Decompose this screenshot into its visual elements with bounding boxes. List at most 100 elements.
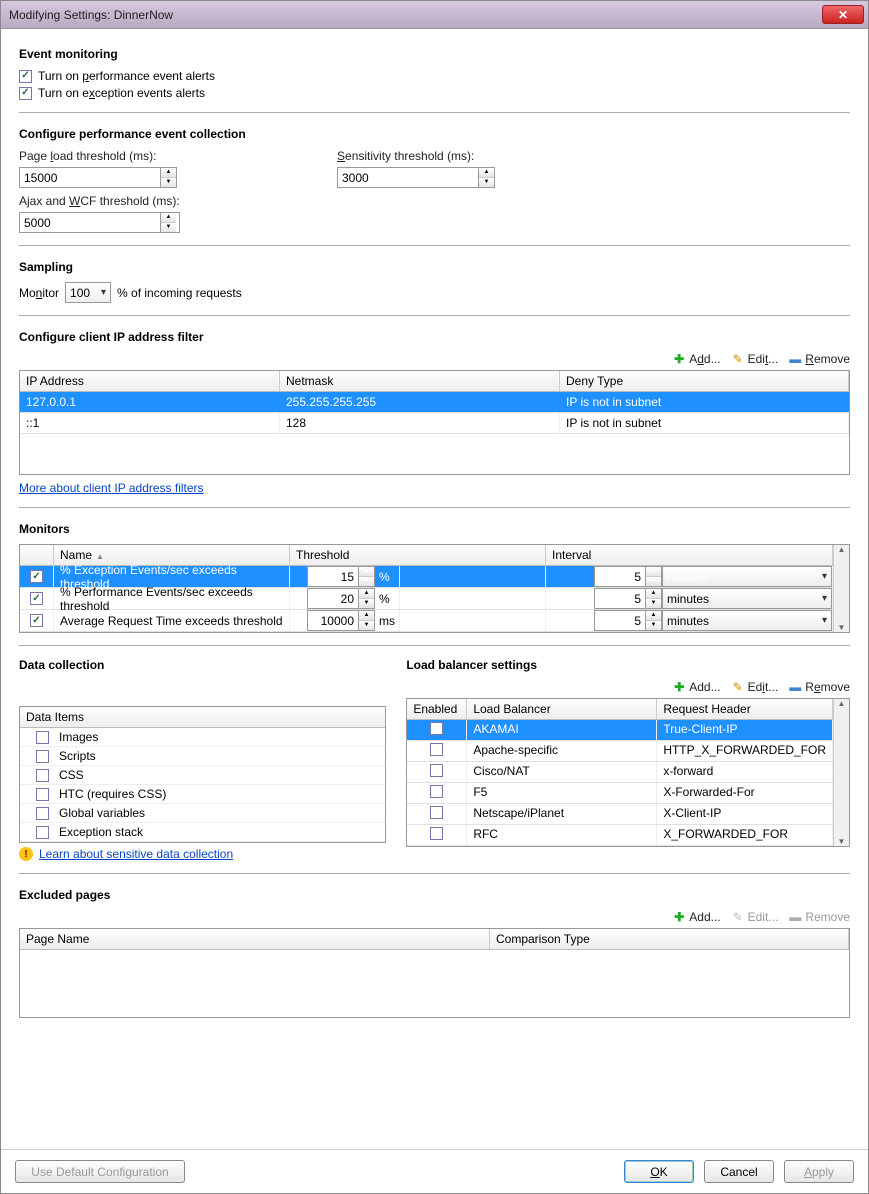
page-load-input[interactable]: [20, 168, 160, 187]
sensitivity-spinner[interactable]: ▲▼: [337, 167, 495, 188]
ajax-input[interactable]: [20, 213, 160, 232]
exc-alerts-label[interactable]: Turn on exception events alerts: [38, 86, 205, 100]
threshold-spinner[interactable]: ▲▼: [307, 610, 375, 631]
netmask-col-header[interactable]: Netmask: [280, 371, 560, 391]
data-item-row[interactable]: HTC (requires CSS): [20, 785, 385, 804]
chevron-down-icon[interactable]: ▼: [479, 178, 494, 187]
perf-alerts-label[interactable]: Turn on performance event alerts: [38, 69, 215, 83]
interval-spinner[interactable]: ▲▼: [594, 610, 662, 631]
page-col-header[interactable]: Page Name: [20, 929, 490, 949]
chevron-down-icon[interactable]: ▼: [834, 837, 849, 846]
lb-edit-button[interactable]: ✎Edit...: [731, 680, 779, 694]
load-balancer-row[interactable]: Cisco/NATx-forward: [407, 762, 833, 783]
interval-unit-select[interactable]: minutes: [662, 610, 832, 631]
interval-unit-select[interactable]: minutes: [662, 588, 832, 609]
chevron-down-icon[interactable]: ▼: [834, 623, 849, 632]
data-item-checkbox[interactable]: [36, 788, 49, 801]
lb-add-button[interactable]: ✚Add...: [672, 680, 720, 694]
interval-spinner[interactable]: ▲▼: [594, 566, 662, 587]
lb-enabled-checkbox[interactable]: [430, 785, 443, 798]
data-item-row[interactable]: Scripts: [20, 747, 385, 766]
data-item-checkbox[interactable]: [36, 769, 49, 782]
monitor-row[interactable]: % Performance Events/sec exceeds thresho…: [20, 588, 833, 610]
ip-edit-button[interactable]: ✎Edit...: [731, 352, 779, 366]
sensitivity-input[interactable]: [338, 168, 478, 187]
page-load-spinner[interactable]: ▲▼: [19, 167, 177, 188]
lb-enabled-checkbox[interactable]: [430, 743, 443, 756]
data-item-row[interactable]: CSS: [20, 766, 385, 785]
chevron-down-icon[interactable]: ▼: [161, 223, 176, 232]
load-balancer-row[interactable]: RFCX_FORWARDED_FOR: [407, 825, 833, 846]
monitor-row[interactable]: Average Request Time exceeds threshold ▲…: [20, 610, 833, 632]
lb-enabled-checkbox[interactable]: [430, 806, 443, 819]
threshold-col-header[interactable]: Threshold: [290, 545, 546, 565]
ip-filter-link[interactable]: More about client IP address filters: [19, 481, 204, 495]
monitor-checkbox[interactable]: [30, 570, 43, 583]
lb-enabled-checkbox[interactable]: [430, 764, 443, 777]
load-balancer-row[interactable]: Apache-specificHTTP_X_FORWARDED_FOR: [407, 741, 833, 762]
ajax-spinner[interactable]: ▲▼: [19, 212, 180, 233]
interval-input[interactable]: [595, 589, 645, 608]
data-collection-link[interactable]: Learn about sensitive data collection: [39, 847, 233, 861]
threshold-spinner[interactable]: ▲▼: [307, 588, 375, 609]
cancel-button[interactable]: Cancel: [704, 1160, 774, 1183]
event-monitoring-section: Event monitoring Turn on performance eve…: [19, 47, 850, 100]
chevron-up-icon[interactable]: ▲: [161, 168, 176, 178]
threshold-input[interactable]: [308, 589, 358, 608]
ip-filter-section: Configure client IP address filter ✚Add.…: [19, 330, 850, 495]
data-item-checkbox[interactable]: [36, 807, 49, 820]
data-item-row[interactable]: Exception stack: [20, 823, 385, 842]
monitor-checkbox[interactable]: [30, 614, 43, 627]
data-item-checkbox[interactable]: [36, 750, 49, 763]
header-col-header[interactable]: Request Header: [657, 699, 833, 719]
chevron-up-icon[interactable]: ▲: [161, 213, 176, 223]
data-item-row[interactable]: Images: [20, 728, 385, 747]
lb-col-header[interactable]: Load Balancer: [467, 699, 657, 719]
ok-button[interactable]: OK: [624, 1160, 694, 1183]
enabled-col-header[interactable]: Enabled: [407, 699, 467, 719]
spinner-buttons[interactable]: ▲▼: [160, 168, 176, 187]
monitors-scrollbar[interactable]: ▲▼: [833, 545, 849, 632]
chevron-up-icon[interactable]: ▲: [834, 699, 849, 708]
interval-input[interactable]: [595, 567, 645, 586]
ip-filter-row[interactable]: ::1128IP is not in subnet: [20, 413, 849, 434]
close-button[interactable]: ✕: [822, 5, 864, 24]
ip-filter-row[interactable]: 127.0.0.1255.255.255.255IP is not in sub…: [20, 392, 849, 413]
threshold-input[interactable]: [308, 567, 358, 586]
chevron-up-icon[interactable]: ▲: [834, 545, 849, 554]
chevron-down-icon[interactable]: ▼: [161, 178, 176, 187]
interval-spinner[interactable]: ▲▼: [594, 588, 662, 609]
data-item-row[interactable]: Global variables: [20, 804, 385, 823]
deny-col-header[interactable]: Deny Type: [560, 371, 849, 391]
data-item-checkbox[interactable]: [36, 731, 49, 744]
lb-enabled-checkbox[interactable]: [430, 827, 443, 840]
interval-unit-select[interactable]: minutes: [662, 566, 832, 587]
data-item-checkbox[interactable]: [36, 826, 49, 839]
monitor-percent-select[interactable]: 100: [65, 282, 111, 303]
ip-add-button[interactable]: ✚Add...: [672, 352, 720, 366]
lb-enabled-checkbox[interactable]: [430, 722, 443, 735]
interval-input[interactable]: [595, 611, 645, 630]
comp-col-header[interactable]: Comparison Type: [490, 929, 849, 949]
ip-col-header[interactable]: IP Address: [20, 371, 280, 391]
load-balancer-row[interactable]: F5X-Forwarded-For: [407, 783, 833, 804]
remove-icon: ▬: [788, 352, 802, 366]
load-balancer-row[interactable]: Netscape/iPlanetX-Client-IP: [407, 804, 833, 825]
spinner-buttons[interactable]: ▲▼: [160, 213, 176, 232]
chevron-up-icon[interactable]: ▲: [479, 168, 494, 178]
lb-scrollbar[interactable]: ▲▼: [833, 699, 849, 846]
load-balancer-row[interactable]: AKAMAITrue-Client-IP: [407, 720, 833, 741]
monitor-checkbox[interactable]: [30, 592, 43, 605]
interval-col-header[interactable]: Interval: [546, 545, 833, 565]
lb-remove-button[interactable]: ▬Remove: [788, 680, 850, 694]
perf-alerts-checkbox[interactable]: [19, 70, 32, 83]
ip-remove-button[interactable]: ▬Remove: [788, 352, 850, 366]
spinner-buttons[interactable]: ▲▼: [478, 168, 494, 187]
exc-alerts-checkbox[interactable]: [19, 87, 32, 100]
divider: [19, 245, 850, 246]
threshold-input[interactable]: [308, 611, 358, 630]
excl-add-button[interactable]: ✚Add...: [672, 910, 720, 924]
threshold-spinner[interactable]: ▲▼: [307, 566, 375, 587]
checkbox-col-header[interactable]: [20, 545, 54, 565]
page-load-label: Page load threshold (ms):: [19, 149, 177, 163]
